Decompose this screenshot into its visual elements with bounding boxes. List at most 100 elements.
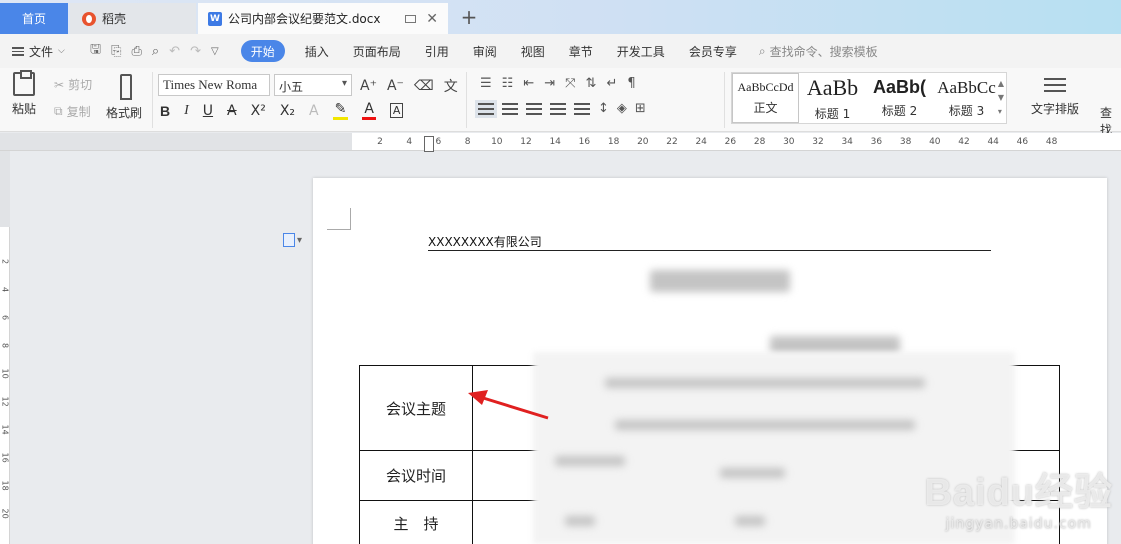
decrease-indent-icon[interactable]: ⇤ <box>523 76 534 91</box>
ruler-tick: 10 <box>491 137 503 147</box>
export-icon[interactable]: ⎘ <box>111 44 121 59</box>
tab-references[interactable]: 引用 <box>413 40 461 62</box>
style-sample: AaBbCc <box>937 77 996 97</box>
ruler-tick: 6 <box>0 314 10 321</box>
paragraph-mark-icon[interactable]: ¶ <box>627 76 635 91</box>
style-sample: AaBb( <box>873 77 926 97</box>
subscript-icon[interactable]: X₂ <box>280 103 295 119</box>
undo-icon[interactable]: ↶ <box>169 44 180 59</box>
new-tab-button[interactable]: + <box>457 4 481 30</box>
tab-start[interactable]: 开始 <box>240 40 285 62</box>
text-layout-label: 文字排版 <box>1030 102 1079 116</box>
align-left-icon[interactable] <box>475 99 497 118</box>
shading-icon[interactable]: ◈ <box>617 101 627 116</box>
style-normal[interactable]: AaBbCcDd 正文 <box>732 73 799 123</box>
ribbon: 粘贴 ✂ 剪切 ⧉ 复制 格式刷 Times New Roma 小五 A⁺ A⁻… <box>0 68 1121 137</box>
italic-icon[interactable]: I <box>184 103 189 119</box>
ruler-tick: 32 <box>812 137 824 147</box>
paragraph-row-2: ↕ ◈ ⊞ <box>475 99 646 118</box>
tab-document[interactable]: W 公司内部会议纪要范文.docx ✕ <box>198 3 448 34</box>
ruler-tick: 12 <box>0 396 10 407</box>
character-border-icon[interactable]: A <box>389 103 404 118</box>
baidu-watermark: Baidu经验 jingyan.baidu.com <box>924 461 1113 532</box>
tab-review[interactable]: 审阅 <box>461 40 509 62</box>
bullet-list-icon[interactable]: ☰ <box>480 76 492 91</box>
clear-format-icon[interactable]: ⌫ <box>414 78 434 94</box>
shrink-font-icon[interactable]: A⁻ <box>387 78 404 94</box>
distributed-align-icon[interactable] <box>574 102 590 115</box>
tab-section[interactable]: 章节 <box>557 40 605 62</box>
ribbon-separator <box>724 72 725 128</box>
ruler-tick: 12 <box>520 137 532 147</box>
paste-button[interactable]: 粘贴 <box>12 70 36 117</box>
ruler-tick: 26 <box>724 137 737 147</box>
phonetic-icon[interactable]: 文 <box>444 76 458 96</box>
tab-daoke-label: 稻壳 <box>102 12 127 26</box>
bold-icon[interactable]: B <box>160 103 170 119</box>
align-justify-icon[interactable] <box>550 102 566 115</box>
red-arrow-annotation <box>468 390 549 420</box>
style-heading-3[interactable]: AaBbCc 标题 3 <box>933 73 1000 123</box>
copy-button[interactable]: ⧉ 复制 <box>54 103 91 120</box>
file-menu[interactable]: 文件 ⌵ <box>0 43 80 60</box>
tab-page-layout[interactable]: 页面布局 <box>341 40 413 62</box>
strikethrough-icon[interactable]: A <box>227 103 237 119</box>
style-heading-1[interactable]: AaBb 标题 1 <box>799 73 866 123</box>
format-painter-label: 格式刷 <box>106 106 143 120</box>
daoke-icon <box>82 11 96 26</box>
sort-icon[interactable]: ⇅ <box>586 76 597 91</box>
superscript-icon[interactable]: X² <box>251 103 266 119</box>
customize-icon[interactable]: ▽ <box>211 46 219 57</box>
ruler-tick: 48 <box>1045 137 1058 147</box>
copy-icon: ⧉ <box>54 104 63 118</box>
tab-insert[interactable]: 插入 <box>293 40 341 62</box>
horizontal-ruler[interactable]: 2 4 6 8 10 12 14 16 18 20 22 24 26 28 30 32 34 36 38 40 42 44… <box>352 133 1121 151</box>
tab-daoke[interactable]: 稻壳 <box>70 3 196 34</box>
ruler-margin <box>0 133 352 151</box>
chinese-layout-icon[interactable]: ⤧ <box>565 76 575 91</box>
style-gallery-scroll[interactable]: ▲ ▼ ▾ <box>998 77 1004 119</box>
style-sample: AaBb <box>806 74 859 100</box>
tab-developer[interactable]: 开发工具 <box>605 40 677 62</box>
ruler-tick: 6 <box>435 137 442 147</box>
numbered-list-icon[interactable]: ☷ <box>502 76 514 91</box>
highlight-icon[interactable]: ✎ <box>332 101 349 120</box>
menu-row: 文件 ⌵ 🖫 ⎘ ⎙ ⌕ ↶ ↷ ▽ 开始 插入 页面布局 引用 审阅 视图 章… <box>0 34 1121 68</box>
float-window-icon[interactable] <box>405 14 417 23</box>
increase-indent-icon[interactable]: ⇥ <box>544 76 555 91</box>
page-header[interactable]: XXXXXXXX有限公司 <box>428 233 991 251</box>
redo-icon[interactable]: ↷ <box>190 44 201 59</box>
format-painter-button[interactable]: 格式刷 <box>106 74 142 121</box>
ruler-tick: 34 <box>841 137 853 147</box>
align-right-icon[interactable] <box>526 102 542 115</box>
font-name-select[interactable]: Times New Roma <box>158 74 270 96</box>
border-icon[interactable]: ⊞ <box>635 101 646 116</box>
indent-marker[interactable] <box>424 136 434 152</box>
underline-icon[interactable]: U <box>203 103 213 119</box>
ruler-tick: 2 <box>377 137 383 147</box>
align-center-icon[interactable] <box>502 102 518 115</box>
cut-button[interactable]: ✂ 剪切 <box>54 76 92 93</box>
table-label-topic: 会议主题 <box>385 400 446 418</box>
save-icon[interactable]: 🖫 <box>90 40 101 62</box>
text-effect-icon[interactable]: A <box>309 103 319 119</box>
page-layout-icon <box>283 233 295 247</box>
layout-options-button[interactable]: ▾ <box>283 231 311 249</box>
style-heading-2[interactable]: AaBb( 标题 2 <box>866 73 933 123</box>
brush-icon <box>120 74 132 100</box>
ruler-tick: 24 <box>695 137 707 147</box>
tab-home[interactable]: 首页 <box>0 3 68 34</box>
close-tab-icon[interactable]: ✕ <box>426 11 438 27</box>
command-search[interactable]: ⌕ 查找命令、搜索模板 <box>759 43 878 60</box>
font-size-select[interactable]: 小五 <box>274 74 352 96</box>
print-preview-icon[interactable]: ⌕ <box>152 44 159 59</box>
tab-view[interactable]: 视图 <box>509 40 557 62</box>
font-color-icon[interactable]: A <box>362 101 376 120</box>
text-layout-button[interactable]: 文字排版 <box>1020 74 1090 117</box>
line-spacing-icon[interactable]: ↕ <box>598 101 609 116</box>
style-label: 正文 <box>753 101 778 115</box>
print-icon[interactable]: ⎙ <box>131 44 141 59</box>
show-marks-icon[interactable]: ↵ <box>606 76 617 91</box>
grow-font-icon[interactable]: A⁺ <box>360 78 377 94</box>
tab-member[interactable]: 会员专享 <box>677 40 749 62</box>
